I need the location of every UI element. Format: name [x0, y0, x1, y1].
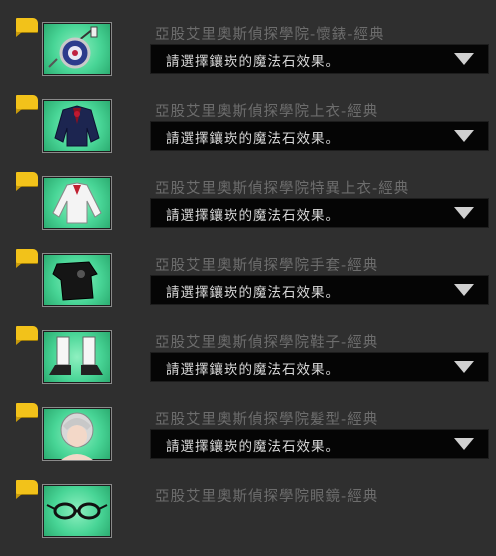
select-value: 請選擇鑲崁的魔法石效果。 — [166, 439, 340, 455]
dropdown-arrow-icon[interactable] — [454, 130, 474, 142]
magic-stone-select[interactable]: 請選擇鑲崁的魔法石效果。 — [150, 275, 489, 305]
magic-stone-select[interactable]: 請選擇鑲崁的魔法石效果。 — [150, 121, 489, 151]
list-item: 亞股艾里奧斯偵探學院上衣-經典 請選擇鑲崁的魔法石效果。 — [0, 95, 496, 171]
magic-stone-select[interactable]: 請選擇鑲崁的魔法石效果。 — [150, 44, 489, 74]
item-name: 亞股艾里奧斯偵探學院上衣-經典 — [155, 104, 379, 120]
list-item: 亞股艾里奧斯偵探學院髮型-經典 請選擇鑲崁的魔法石效果。 — [0, 403, 496, 479]
select-value: 請選擇鑲崁的魔法石效果。 — [166, 131, 340, 147]
magic-stone-select[interactable]: 請選擇鑲崁的魔法石效果。 — [150, 198, 489, 228]
dropdown-arrow-icon[interactable] — [454, 361, 474, 373]
bookmark-tag-icon — [16, 403, 38, 422]
select-value: 請選擇鑲崁的魔法石效果。 — [166, 285, 340, 301]
magic-stone-select[interactable]: 請選擇鑲崁的魔法石效果。 — [150, 352, 489, 382]
dropdown-arrow-icon[interactable] — [454, 207, 474, 219]
list-item: 亞股艾里奧斯偵探學院眼鏡-經典 — [0, 480, 496, 556]
list-item: 亞股艾里奧斯偵探學院-懷錶-經典 請選擇鑲崁的魔法石效果。 — [0, 18, 496, 94]
list-item: 亞股艾里奧斯偵探學院鞋子-經典 請選擇鑲崁的魔法石效果。 — [0, 326, 496, 402]
magic-stone-select[interactable]: 請選擇鑲崁的魔法石效果。 — [150, 429, 489, 459]
select-value: 請選擇鑲崁的魔法石效果。 — [166, 208, 340, 224]
select-value: 請選擇鑲崁的魔法石效果。 — [166, 54, 340, 70]
item-name: 亞股艾里奧斯偵探學院手套-經典 — [155, 258, 379, 274]
white-shirt-icon — [42, 176, 112, 230]
bookmark-tag-icon — [16, 172, 38, 191]
list-item: 亞股艾里奧斯偵探學院手套-經典 請選擇鑲崁的魔法石效果。 — [0, 249, 496, 325]
item-name: 亞股艾里奧斯偵探學院特異上衣-經典 — [155, 181, 410, 197]
dropdown-arrow-icon[interactable] — [454, 438, 474, 450]
academy-jacket-icon — [42, 99, 112, 153]
pocket-watch-icon — [42, 22, 112, 76]
black-glove-icon — [42, 253, 112, 307]
dropdown-arrow-icon[interactable] — [454, 284, 474, 296]
bookmark-tag-icon — [16, 326, 38, 345]
shoes-icon — [42, 330, 112, 384]
silver-hair-icon — [42, 407, 112, 461]
item-list: 亞股艾里奧斯偵探學院-懷錶-經典 請選擇鑲崁的魔法石效果。 亞股艾里奧斯偵探學院… — [0, 0, 496, 540]
item-name: 亞股艾里奧斯偵探學院髮型-經典 — [155, 412, 379, 428]
item-name: 亞股艾里奧斯偵探學院鞋子-經典 — [155, 335, 379, 351]
bookmark-tag-icon — [16, 480, 38, 499]
dropdown-arrow-icon[interactable] — [454, 53, 474, 65]
item-name: 亞股艾里奧斯偵探學院-懷錶-經典 — [155, 27, 385, 43]
glasses-icon — [42, 484, 112, 538]
bookmark-tag-icon — [16, 18, 38, 37]
bookmark-tag-icon — [16, 95, 38, 114]
select-value: 請選擇鑲崁的魔法石效果。 — [166, 362, 340, 378]
bookmark-tag-icon — [16, 249, 38, 268]
item-name: 亞股艾里奧斯偵探學院眼鏡-經典 — [155, 489, 379, 505]
list-item: 亞股艾里奧斯偵探學院特異上衣-經典 請選擇鑲崁的魔法石效果。 — [0, 172, 496, 248]
